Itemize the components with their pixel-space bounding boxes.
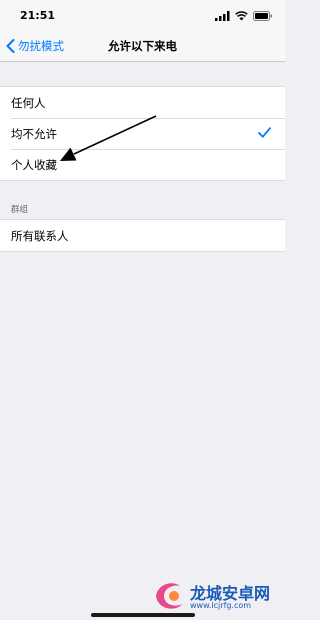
watermark-url: www.lcjrfg.com xyxy=(190,601,252,610)
home-indicator[interactable] xyxy=(91,613,195,617)
annotation-arrow-icon xyxy=(60,115,157,161)
watermark-logo-icon xyxy=(156,583,182,609)
